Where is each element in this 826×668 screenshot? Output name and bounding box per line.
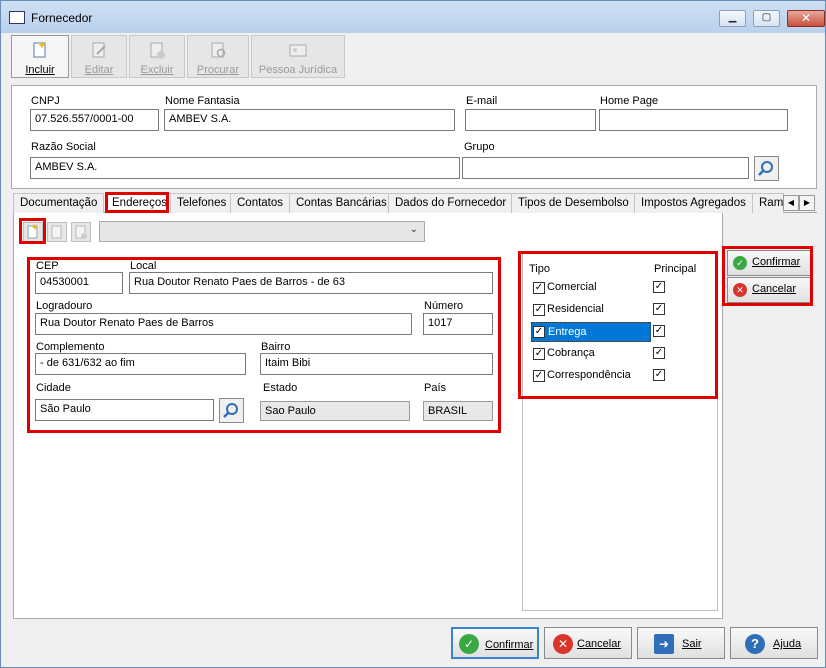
search-document-icon — [211, 42, 226, 58]
grupo-search-button[interactable] — [754, 156, 779, 181]
tab-ram[interactable]: Ram — [752, 193, 784, 213]
confirmar-button[interactable]: ✓ Confirmar — [451, 627, 539, 659]
grupo-field[interactable] — [462, 157, 749, 179]
tab-contas-bancarias[interactable]: Contas Bancárias — [289, 193, 394, 213]
close-button[interactable]: ✕ — [787, 10, 825, 27]
edit-document-icon — [51, 225, 62, 239]
cancel-circle-icon: ✕ — [553, 634, 573, 654]
ajuda-button[interactable]: ? Ajuda — [730, 627, 818, 659]
razao-social-field[interactable]: AMBEV S.A. — [30, 157, 460, 179]
pessoa-juridica-button[interactable]: Pessoa Jurídica — [251, 35, 345, 78]
app-icon — [9, 11, 25, 24]
homepage-label: Home Page — [600, 95, 659, 107]
tipo-panel-highlight — [518, 251, 718, 399]
email-label: E-mail — [466, 95, 498, 107]
email-field[interactable] — [465, 109, 596, 131]
address-fields-highlight — [27, 257, 501, 433]
incluir-button[interactable]: Incluir — [11, 35, 69, 78]
delete-document-icon — [75, 225, 87, 239]
tab-impostos-agregados[interactable]: Impostos Agregados — [634, 193, 753, 213]
nome-fantasia-label: Nome Fantasia — [165, 95, 240, 107]
editar-button[interactable]: Editar — [71, 35, 127, 78]
tab-dados-fornecedor[interactable]: Dados do Fornecedor — [388, 193, 514, 213]
exit-door-icon: ➜ — [654, 634, 674, 654]
cnpj-field[interactable]: 07.526.557/0001-00 — [30, 109, 159, 131]
tab-contatos[interactable]: Contatos — [230, 193, 291, 213]
window-title: Fornecedor — [31, 11, 93, 25]
nome-fantasia-field[interactable]: AMBEV S.A. — [164, 109, 455, 131]
search-icon — [758, 161, 773, 176]
homepage-field[interactable] — [599, 109, 788, 131]
maximize-button[interactable]: ▢ — [753, 10, 780, 27]
address-select[interactable]: ⌄ — [99, 221, 425, 242]
cnpj-label: CNPJ — [31, 95, 60, 107]
company-card-icon — [289, 44, 307, 57]
title-bar: Fornecedor ▁ ▢ ✕ — [1, 1, 825, 33]
delete-document-icon — [150, 42, 165, 59]
sair-button[interactable]: ➜ Sair — [637, 627, 725, 659]
fornecedor-window: Fornecedor ▁ ▢ ✕ Incluir Editar Excluir … — [0, 0, 826, 668]
edit-document-icon — [92, 42, 106, 58]
new-document-icon — [33, 41, 46, 58]
cancelar-button[interactable]: ✕ Cancelar — [544, 627, 632, 659]
check-circle-icon: ✓ — [459, 634, 479, 654]
procurar-button[interactable]: Procurar — [187, 35, 249, 78]
delete-address-button[interactable] — [71, 222, 91, 242]
tab-documentacao[interactable]: Documentação — [13, 193, 105, 213]
razao-social-label: Razão Social — [31, 141, 96, 153]
grupo-label: Grupo — [464, 141, 495, 153]
tab-tipos-desembolso[interactable]: Tipos de Desembolso — [511, 193, 636, 213]
tab-telefones[interactable]: Telefones — [170, 193, 234, 213]
tab-scroll-left-button[interactable]: ◀ — [783, 195, 799, 211]
edit-address-button[interactable] — [47, 222, 67, 242]
chevron-down-icon: ⌄ — [409, 224, 418, 235]
side-buttons-highlight — [722, 246, 813, 306]
minimize-button[interactable]: ▁ — [719, 10, 746, 27]
new-address-highlight — [19, 218, 46, 244]
help-icon: ? — [745, 634, 765, 654]
excluir-button[interactable]: Excluir — [129, 35, 185, 78]
enderecos-tab-highlight — [105, 192, 169, 213]
tab-scroll-right-button[interactable]: ▶ — [799, 195, 815, 211]
